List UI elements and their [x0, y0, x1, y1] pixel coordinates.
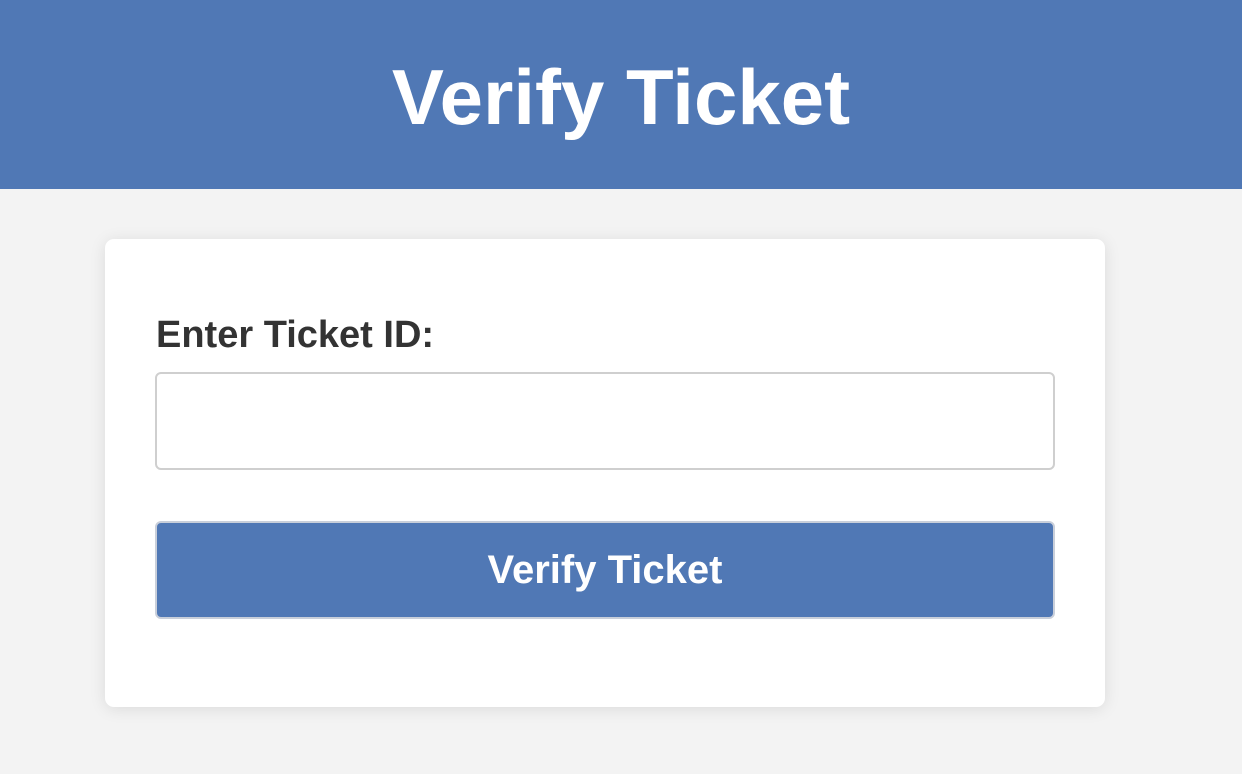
verify-ticket-button[interactable]: Verify Ticket: [155, 521, 1055, 619]
ticket-id-label: Enter Ticket ID:: [156, 314, 435, 356]
ticket-id-input[interactable]: [155, 372, 1055, 470]
verify-ticket-card: Enter Ticket ID: Verify Ticket: [105, 239, 1105, 707]
page-header: Verify Ticket: [0, 0, 1242, 189]
page-title: Verify Ticket: [391, 52, 851, 141]
